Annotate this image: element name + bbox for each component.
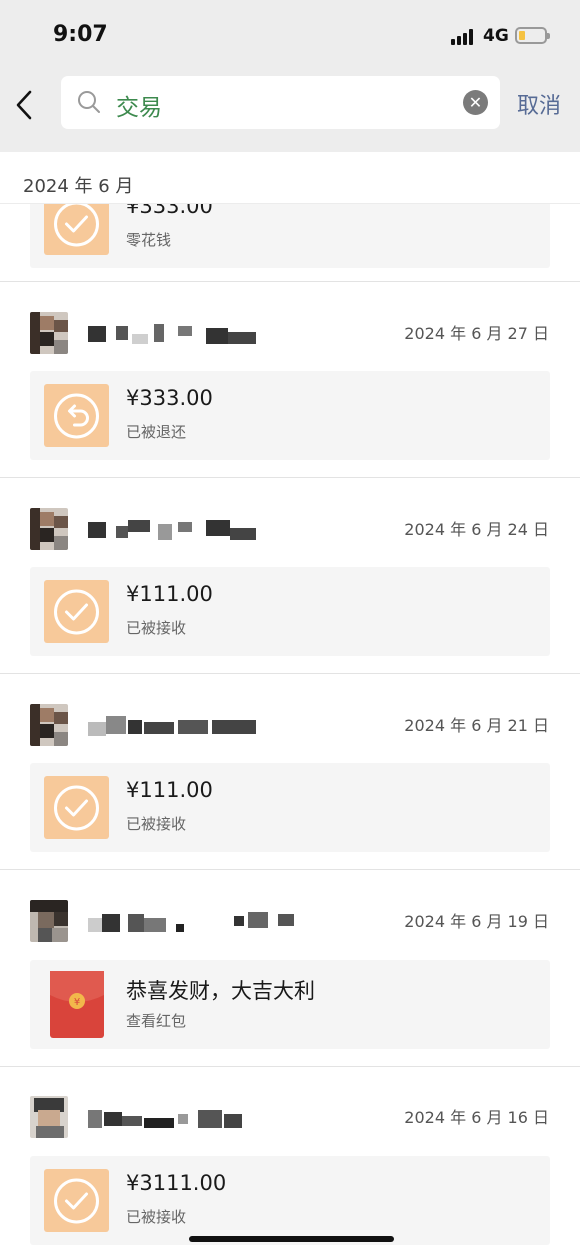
transaction-date: 2024 年 6 月 24 日 [404,520,549,539]
contact-name-redacted [88,322,258,344]
status-bar: 9:07 4G [0,0,580,70]
transfer-status-icon [44,384,109,447]
search-field[interactable]: 交易 ✕ [61,76,500,129]
month-label: 2024 年 6 月 [23,176,134,197]
cellular-signal-icon [451,29,477,45]
transfer-card[interactable]: ¥3111.00 已被接收 [30,1156,550,1245]
transaction-header[interactable]: 2024 年 6 月 21 日 [0,704,580,752]
avatar [30,508,68,550]
transfer-card[interactable]: ¥333.00 已被退还 [30,371,550,460]
red-packet-greeting: 恭喜发财，大吉大利 [126,979,315,1003]
contact-name-redacted [88,518,258,540]
transfer-amount: ¥333.00 [126,386,213,410]
contact-name-redacted [88,1106,258,1128]
transfer-status-icon [44,1169,109,1232]
chevron-left-icon [16,90,32,120]
contact-name-redacted [88,714,258,736]
red-packet-icon: ¥ [50,971,104,1038]
avatar [30,312,68,354]
transfer-card[interactable]: ¥333.00 零花钱 [30,204,550,268]
search-header: 交易 ✕ 取消 [0,70,580,152]
transfer-amount: ¥3111.00 [126,1171,227,1195]
transaction-header[interactable]: 2024 年 6 月 16 日 [0,1096,580,1144]
check-circle-icon [54,785,99,831]
transaction-header[interactable]: 2024 年 6 月 27 日 [0,312,580,360]
divider [0,1066,580,1067]
check-circle-icon [54,589,99,635]
transaction-header[interactable]: 2024 年 6 月 24 日 [0,508,580,556]
divider [0,281,580,282]
transfer-status-icon [44,204,109,255]
home-indicator[interactable] [189,1236,394,1242]
view-red-packet-label: 查看红包 [126,1012,187,1030]
transfer-status: 已被接收 [126,1208,187,1226]
transfer-status: 已被接收 [126,815,187,833]
transaction-header[interactable]: 2024 年 6 月 19 日 [0,900,580,948]
clear-search-icon[interactable]: ✕ [463,90,488,115]
transfer-card[interactable]: ¥111.00 已被接收 [30,567,550,656]
transaction-date: 2024 年 6 月 16 日 [404,1108,549,1127]
transfer-amount: ¥111.00 [126,582,213,606]
divider [0,673,580,674]
status-time: 9:07 [53,22,108,47]
search-icon [78,91,100,113]
avatar [30,1096,68,1138]
back-button[interactable] [12,88,36,122]
transfer-status: 已被接收 [126,619,187,637]
transfer-note: 零花钱 [126,231,172,249]
month-section-header: 2024 年 6 月 [0,152,580,204]
search-input[interactable]: 交易 [116,88,162,122]
svg-text:¥: ¥ [74,997,80,1008]
contact-name-redacted [88,910,294,932]
avatar [30,704,68,746]
transfer-card[interactable]: ¥111.00 已被接收 [30,763,550,852]
check-circle-icon [54,1178,99,1224]
check-circle-icon [54,204,99,247]
transfer-status-icon [44,580,109,643]
avatar [30,900,68,942]
divider [0,869,580,870]
transfer-status: 已被退还 [126,423,187,441]
transaction-date: 2024 年 6 月 21 日 [404,716,549,735]
network-type: 4G [483,26,509,46]
divider [0,477,580,478]
transaction-date: 2024 年 6 月 27 日 [404,324,549,343]
red-packet-card[interactable]: ¥ 恭喜发财，大吉大利 查看红包 [30,960,550,1049]
cancel-button[interactable]: 取消 [517,88,561,120]
transaction-date: 2024 年 6 月 19 日 [404,912,549,931]
transfer-status-icon [44,776,109,839]
battery-icon [515,27,550,44]
return-arrow-icon [54,393,99,439]
transfer-amount: ¥333.00 [126,204,213,218]
transfer-amount: ¥111.00 [126,778,213,802]
